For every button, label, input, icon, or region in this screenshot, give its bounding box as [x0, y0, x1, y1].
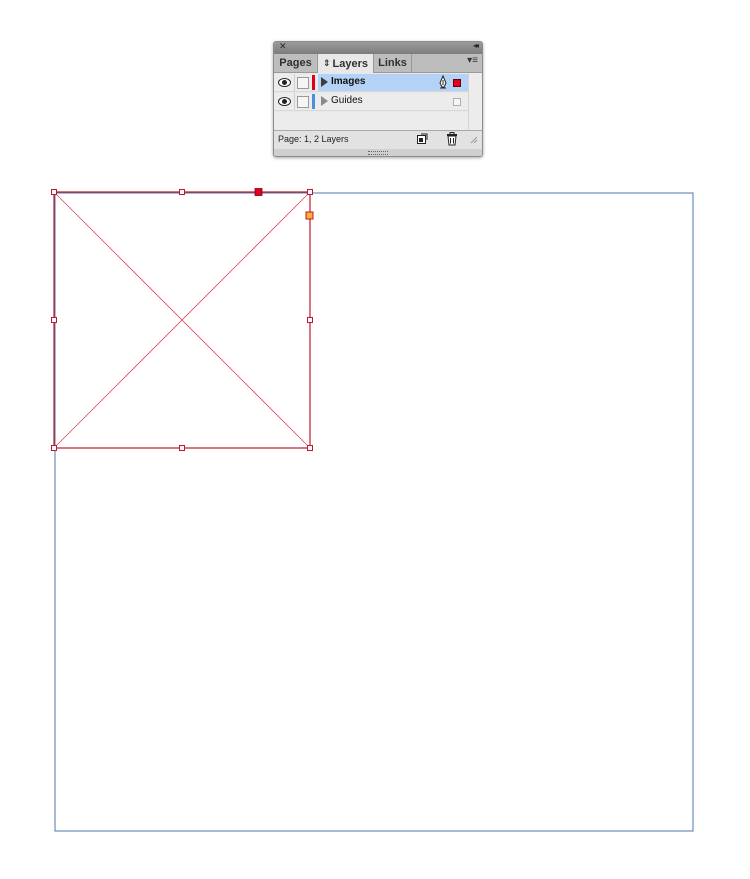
graphic-frame[interactable]: [53, 191, 311, 449]
handle-bottom-right[interactable]: [307, 445, 313, 451]
handle-middle-right[interactable]: [307, 317, 313, 323]
handle-bottom-middle[interactable]: [179, 445, 185, 451]
live-corner-handle[interactable]: [305, 211, 314, 220]
handle-top-left[interactable]: [51, 189, 57, 195]
content-grabber-handle[interactable]: [254, 188, 263, 196]
document-canvas: [51, 188, 694, 832]
handle-top-right[interactable]: [307, 189, 313, 195]
handle-top-middle[interactable]: [179, 189, 185, 195]
handle-bottom-left[interactable]: [51, 445, 57, 451]
handle-middle-left[interactable]: [51, 317, 57, 323]
